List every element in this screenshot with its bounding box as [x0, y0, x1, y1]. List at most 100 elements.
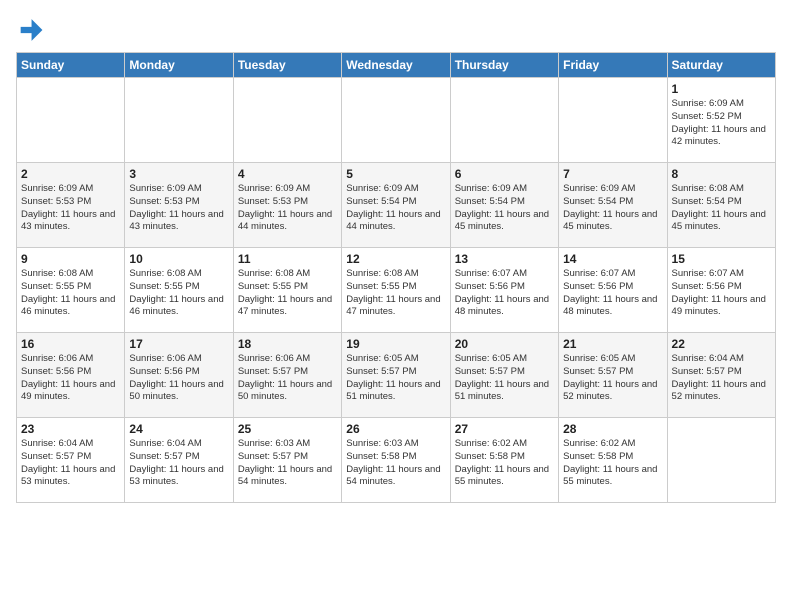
calendar-cell: 1 Sunrise: 6:09 AM Sunset: 5:52 PM Daylig…: [667, 78, 775, 163]
calendar-cell: 27 Sunrise: 6:02 AM Sunset: 5:58 PM Dayli…: [450, 418, 558, 503]
day-info: Sunrise: 6:05 AM Sunset: 5:57 PM Dayligh…: [563, 353, 662, 404]
day-info: Sunrise: 6:08 AM Sunset: 5:55 PM Dayligh…: [21, 268, 120, 319]
calendar-cell: 8 Sunrise: 6:08 AM Sunset: 5:54 PM Daylig…: [667, 163, 775, 248]
day-number: 28: [563, 422, 662, 436]
calendar-week-row: 1 Sunrise: 6:09 AM Sunset: 5:52 PM Daylig…: [17, 78, 776, 163]
calendar-cell: [233, 78, 341, 163]
day-info: Sunrise: 6:07 AM Sunset: 5:56 PM Dayligh…: [672, 268, 771, 319]
day-number: 13: [455, 252, 554, 266]
day-info: Sunrise: 6:09 AM Sunset: 5:52 PM Dayligh…: [672, 98, 771, 149]
calendar-cell: [559, 78, 667, 163]
day-info: Sunrise: 6:07 AM Sunset: 5:56 PM Dayligh…: [455, 268, 554, 319]
day-number: 15: [672, 252, 771, 266]
day-info: Sunrise: 6:04 AM Sunset: 5:57 PM Dayligh…: [672, 353, 771, 404]
calendar-cell: 26 Sunrise: 6:03 AM Sunset: 5:58 PM Dayli…: [342, 418, 450, 503]
day-number: 21: [563, 337, 662, 351]
calendar-cell: 6Sunrise: 6:09 AM Sunset: 5:54 PM Daylig…: [450, 163, 558, 248]
day-info: Sunrise: 6:03 AM Sunset: 5:58 PM Dayligh…: [346, 438, 445, 489]
calendar-cell: 3 Sunrise: 6:09 AM Sunset: 5:53 PM Daylig…: [125, 163, 233, 248]
day-info: Sunrise: 6:08 AM Sunset: 5:55 PM Dayligh…: [129, 268, 228, 319]
calendar-cell: 10Sunrise: 6:08 AM Sunset: 5:55 PM Dayli…: [125, 248, 233, 333]
weekday-header-tuesday: Tuesday: [233, 53, 341, 78]
day-number: 17: [129, 337, 228, 351]
calendar-cell: 12 Sunrise: 6:08 AM Sunset: 5:55 PM Dayli…: [342, 248, 450, 333]
calendar-week-row: 9 Sunrise: 6:08 AM Sunset: 5:55 PM Daylig…: [17, 248, 776, 333]
day-info: Sunrise: 6:03 AM Sunset: 5:57 PM Dayligh…: [238, 438, 337, 489]
calendar-cell: 24 Sunrise: 6:04 AM Sunset: 5:57 PM Dayli…: [125, 418, 233, 503]
calendar-cell: [342, 78, 450, 163]
weekday-header-sunday: Sunday: [17, 53, 125, 78]
day-number: 5: [346, 167, 445, 181]
calendar-cell: [17, 78, 125, 163]
day-info: Sunrise: 6:06 AM Sunset: 5:56 PM Dayligh…: [129, 353, 228, 404]
calendar-week-row: 23 Sunrise: 6:04 AM Sunset: 5:57 PM Dayli…: [17, 418, 776, 503]
calendar-cell: 5 Sunrise: 6:09 AM Sunset: 5:54 PM Daylig…: [342, 163, 450, 248]
day-info: Sunrise: 6:06 AM Sunset: 5:56 PM Dayligh…: [21, 353, 120, 404]
calendar-header-row: SundayMondayTuesdayWednesdayThursdayFrid…: [17, 53, 776, 78]
day-number: 2: [21, 167, 120, 181]
day-info: Sunrise: 6:08 AM Sunset: 5:55 PM Dayligh…: [346, 268, 445, 319]
weekday-header-friday: Friday: [559, 53, 667, 78]
day-info: Sunrise: 6:05 AM Sunset: 5:57 PM Dayligh…: [455, 353, 554, 404]
calendar-cell: 14 Sunrise: 6:07 AM Sunset: 5:56 PM Dayli…: [559, 248, 667, 333]
day-number: 27: [455, 422, 554, 436]
calendar-cell: 11 Sunrise: 6:08 AM Sunset: 5:55 PM Dayli…: [233, 248, 341, 333]
calendar-cell: 21 Sunrise: 6:05 AM Sunset: 5:57 PM Dayli…: [559, 333, 667, 418]
day-number: 3: [129, 167, 228, 181]
day-number: 9: [21, 252, 120, 266]
day-info: Sunrise: 6:09 AM Sunset: 5:53 PM Dayligh…: [21, 183, 120, 234]
day-number: 7: [563, 167, 662, 181]
calendar-cell: 23Sunrise: 6:04 AM Sunset: 5:57 PM Dayli…: [17, 418, 125, 503]
day-number: 19: [346, 337, 445, 351]
day-number: 11: [238, 252, 337, 266]
calendar-cell: 22 Sunrise: 6:04 AM Sunset: 5:57 PM Dayli…: [667, 333, 775, 418]
calendar-week-row: 16 Sunrise: 6:06 AM Sunset: 5:56 PM Dayli…: [17, 333, 776, 418]
calendar-cell: 13 Sunrise: 6:07 AM Sunset: 5:56 PM Dayli…: [450, 248, 558, 333]
logo: [16, 16, 48, 44]
calendar-cell: [125, 78, 233, 163]
calendar-cell: [450, 78, 558, 163]
day-info: Sunrise: 6:09 AM Sunset: 5:53 PM Dayligh…: [129, 183, 228, 234]
day-number: 16: [21, 337, 120, 351]
calendar-cell: 25 Sunrise: 6:03 AM Sunset: 5:57 PM Dayli…: [233, 418, 341, 503]
weekday-header-thursday: Thursday: [450, 53, 558, 78]
calendar-table: SundayMondayTuesdayWednesdayThursdayFrid…: [16, 52, 776, 503]
page-header: [16, 16, 776, 44]
day-number: 23: [21, 422, 120, 436]
day-number: 24: [129, 422, 228, 436]
calendar-cell: 16 Sunrise: 6:06 AM Sunset: 5:56 PM Dayli…: [17, 333, 125, 418]
calendar-cell: 7 Sunrise: 6:09 AM Sunset: 5:54 PM Daylig…: [559, 163, 667, 248]
weekday-header-monday: Monday: [125, 53, 233, 78]
calendar-cell: [667, 418, 775, 503]
day-info: Sunrise: 6:09 AM Sunset: 5:53 PM Dayligh…: [238, 183, 337, 234]
calendar-cell: 4Sunrise: 6:09 AM Sunset: 5:53 PM Daylig…: [233, 163, 341, 248]
day-info: Sunrise: 6:08 AM Sunset: 5:54 PM Dayligh…: [672, 183, 771, 234]
day-info: Sunrise: 6:05 AM Sunset: 5:57 PM Dayligh…: [346, 353, 445, 404]
day-number: 8: [672, 167, 771, 181]
day-info: Sunrise: 6:06 AM Sunset: 5:57 PM Dayligh…: [238, 353, 337, 404]
day-info: Sunrise: 6:09 AM Sunset: 5:54 PM Dayligh…: [563, 183, 662, 234]
day-number: 20: [455, 337, 554, 351]
calendar-cell: 15 Sunrise: 6:07 AM Sunset: 5:56 PM Dayli…: [667, 248, 775, 333]
day-info: Sunrise: 6:04 AM Sunset: 5:57 PM Dayligh…: [129, 438, 228, 489]
day-number: 18: [238, 337, 337, 351]
calendar-cell: 20 Sunrise: 6:05 AM Sunset: 5:57 PM Dayli…: [450, 333, 558, 418]
day-info: Sunrise: 6:09 AM Sunset: 5:54 PM Dayligh…: [455, 183, 554, 234]
day-number: 14: [563, 252, 662, 266]
day-info: Sunrise: 6:07 AM Sunset: 5:56 PM Dayligh…: [563, 268, 662, 319]
day-number: 22: [672, 337, 771, 351]
day-info: Sunrise: 6:08 AM Sunset: 5:55 PM Dayligh…: [238, 268, 337, 319]
day-info: Sunrise: 6:02 AM Sunset: 5:58 PM Dayligh…: [455, 438, 554, 489]
day-number: 1: [672, 82, 771, 96]
weekday-header-saturday: Saturday: [667, 53, 775, 78]
calendar-cell: 28Sunrise: 6:02 AM Sunset: 5:58 PM Dayli…: [559, 418, 667, 503]
calendar-cell: 18 Sunrise: 6:06 AM Sunset: 5:57 PM Dayli…: [233, 333, 341, 418]
calendar-week-row: 2 Sunrise: 6:09 AM Sunset: 5:53 PM Daylig…: [17, 163, 776, 248]
calendar-cell: 2 Sunrise: 6:09 AM Sunset: 5:53 PM Daylig…: [17, 163, 125, 248]
day-info: Sunrise: 6:09 AM Sunset: 5:54 PM Dayligh…: [346, 183, 445, 234]
logo-icon: [16, 16, 44, 44]
day-number: 26: [346, 422, 445, 436]
day-number: 25: [238, 422, 337, 436]
weekday-header-wednesday: Wednesday: [342, 53, 450, 78]
day-number: 12: [346, 252, 445, 266]
